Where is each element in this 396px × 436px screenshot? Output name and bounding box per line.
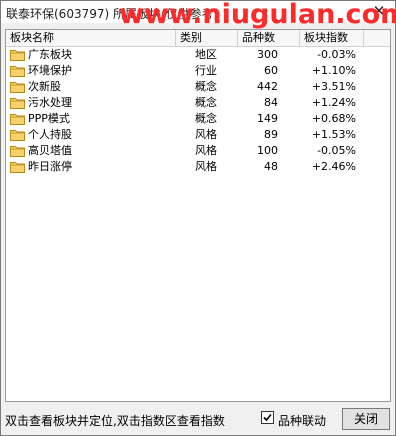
sector-category: 概念 [195,112,217,125]
folder-icon [10,146,25,157]
sector-category: 风格 [195,144,217,157]
table-row[interactable]: 次新股 概念 442 +3.51% [6,79,390,95]
table-row[interactable]: 高贝塔值 风格 100 -0.05% [6,143,390,159]
folder-icon [10,162,25,173]
sector-count: 48 [264,160,278,173]
sector-count: 442 [257,80,278,93]
folder-icon [10,114,25,125]
sector-name: 环境保护 [28,64,72,77]
folder-icon [10,82,25,93]
table-row[interactable]: PPP模式 概念 149 +0.68% [6,111,390,127]
folder-icon [10,50,25,61]
sector-count: 149 [257,112,278,125]
sector-category: 地区 [195,48,217,61]
table-row[interactable]: 环境保护 行业 60 +1.10% [6,63,390,79]
sector-count: 100 [257,144,278,157]
sector-index: +1.24% [311,96,356,109]
sector-index: +0.68% [311,112,356,125]
sector-count: 84 [264,96,278,109]
close-button[interactable]: 关闭 [342,408,390,430]
sector-index: -0.05% [317,144,356,157]
sector-name: 次新股 [28,80,61,93]
sector-category: 概念 [195,96,217,109]
sector-index: +1.53% [311,128,356,141]
sector-list[interactable]: 板块名称 类别 品种数 板块指数 广东板块 地区 300 -0.03% 环境保护 行业 60… [5,29,391,402]
watermark: www.niugulan.com [119,0,396,30]
list-header: 板块名称 类别 品种数 板块指数 [6,30,390,47]
sync-checkbox[interactable] [261,411,274,424]
folder-icon [10,98,25,109]
sector-index: -0.03% [317,48,356,61]
status-hint: 双击查看板块并定位,双击指数区查看指数 [5,414,225,428]
sector-count: 60 [264,64,278,77]
sector-category: 行业 [195,64,217,77]
column-header-category[interactable]: 类别 [176,30,238,46]
folder-icon [10,130,25,141]
checkmark-icon [263,413,272,422]
sector-index: +3.51% [311,80,356,93]
sector-category: 风格 [195,128,217,141]
dialog-window: 联泰环保(603797) 所属板块(仅供参考) ✕ www.niugulan.c… [0,0,396,436]
table-row[interactable]: 个人持股 风格 89 +1.53% [6,127,390,143]
sector-name: 个人持股 [28,128,72,141]
column-header-index[interactable]: 板块指数 [300,30,364,46]
table-row[interactable]: 昨日涨停 风格 48 +2.46% [6,159,390,175]
column-header-name[interactable]: 板块名称 [6,30,176,46]
sector-name: PPP模式 [28,112,70,125]
sector-category: 风格 [195,160,217,173]
sector-name: 广东板块 [28,48,72,61]
sector-name: 昨日涨停 [28,160,72,173]
sector-count: 300 [257,48,278,61]
sector-count: 89 [264,128,278,141]
table-row[interactable]: 污水处理 概念 84 +1.24% [6,95,390,111]
sector-index: +2.46% [311,160,356,173]
sector-name: 污水处理 [28,96,72,109]
column-header-count[interactable]: 品种数 [238,30,300,46]
sync-checkbox-label[interactable]: 品种联动 [278,412,326,429]
sector-index: +1.10% [311,64,356,77]
sector-name: 高贝塔值 [28,144,72,157]
table-row[interactable]: 广东板块 地区 300 -0.03% [6,47,390,63]
folder-icon [10,66,25,77]
sector-category: 概念 [195,80,217,93]
